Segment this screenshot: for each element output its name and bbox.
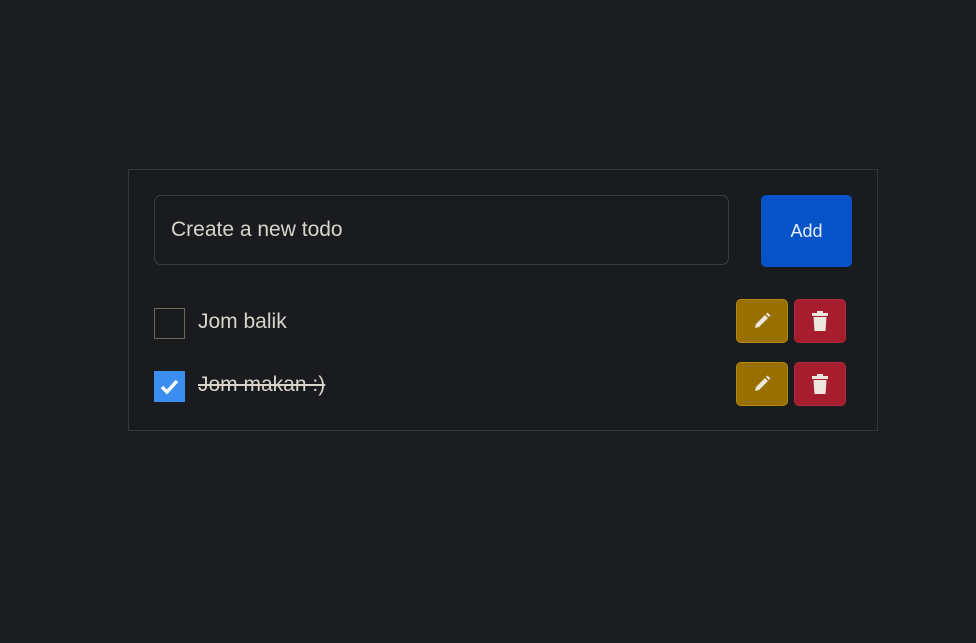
todo-text: Jom balik [198,310,287,333]
todo-card: Add Jom balik Jom makan :) [128,169,878,431]
pencil-icon [755,375,771,391]
add-button[interactable]: Add [761,195,852,267]
todo-checkbox[interactable] [154,371,185,402]
new-todo-input[interactable] [154,195,729,265]
todo-text: Jom makan :) [198,373,326,396]
delete-button[interactable] [794,299,846,343]
pencil-icon [755,312,771,328]
trash-icon [812,311,828,331]
todo-item: Jom makan :) [154,362,854,406]
checkmark-icon [160,379,179,395]
todo-checkbox[interactable] [154,308,185,339]
todo-item: Jom balik [154,299,854,343]
edit-button[interactable] [736,299,788,343]
edit-button[interactable] [736,362,788,406]
trash-icon [812,374,828,394]
delete-button[interactable] [794,362,846,406]
